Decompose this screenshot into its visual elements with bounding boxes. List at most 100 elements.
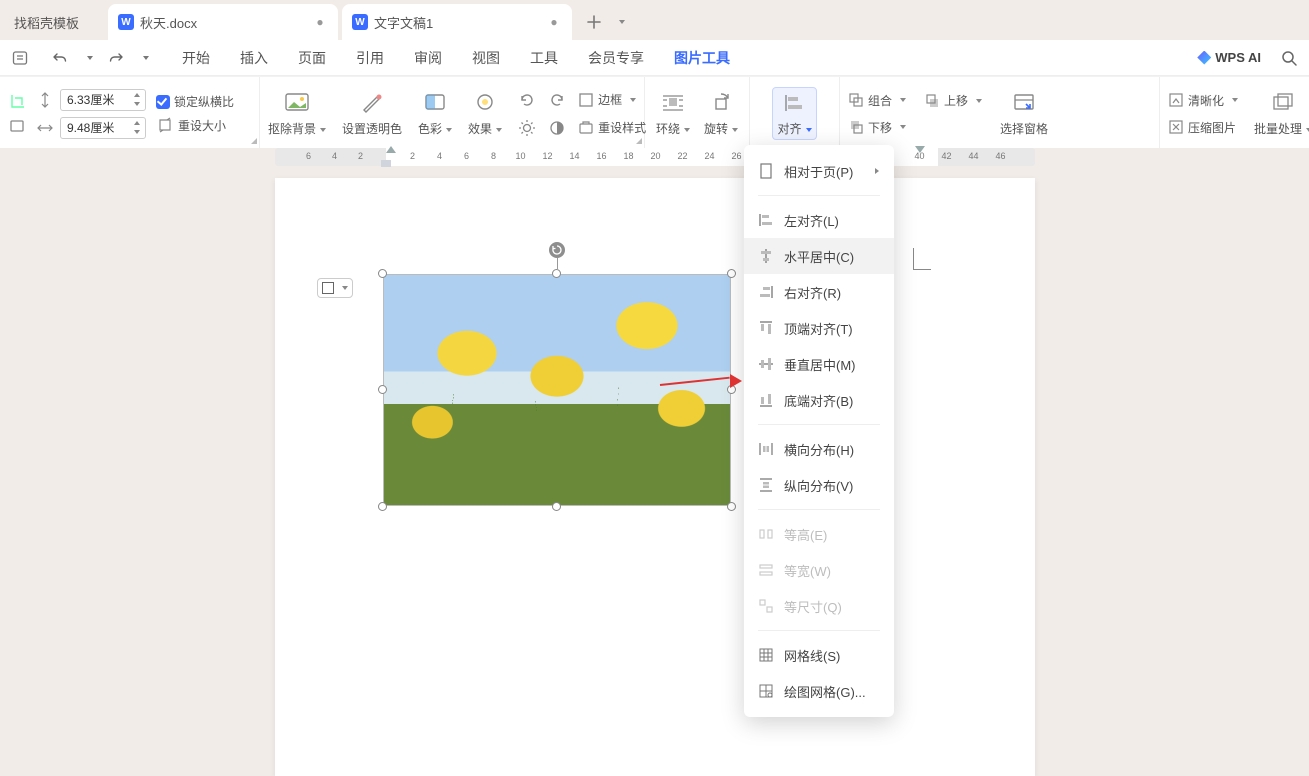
- ribbon-group-export: 清晰化 压缩图片 批量处理 图片转换: [1160, 77, 1309, 148]
- doc-tab-1[interactable]: W 秋天.docx ●: [108, 4, 338, 40]
- resize-handle-r[interactable]: [727, 385, 736, 394]
- left-indent-marker[interactable]: [381, 160, 391, 167]
- align-menu-vcenter[interactable]: 垂直居中(M): [744, 346, 894, 382]
- tab-member[interactable]: 会员专享: [586, 42, 646, 74]
- height-input[interactable]: 6.33厘米: [60, 89, 146, 111]
- align-menu-vdist[interactable]: 纵向分布(V): [744, 467, 894, 503]
- tab-tools[interactable]: 工具: [528, 42, 560, 74]
- wps-ai-button[interactable]: WPS AI: [1197, 50, 1261, 65]
- rotate-left-icon[interactable]: [518, 91, 536, 109]
- group-dialog-launcher[interactable]: [634, 136, 644, 146]
- tab-picture-tools[interactable]: 图片工具: [672, 42, 732, 74]
- tab-start[interactable]: 开始: [180, 42, 212, 74]
- move-up-button[interactable]: 上移: [924, 92, 982, 109]
- redo-button[interactable]: [104, 46, 128, 70]
- reset-style-button[interactable]: 重设样式: [578, 119, 646, 136]
- ribbon-group-align: 对齐: [750, 77, 840, 148]
- checkbox-checked-icon: [156, 95, 170, 109]
- resize-handle-b[interactable]: [552, 502, 561, 511]
- set-transparent-button[interactable]: 设置透明色: [342, 90, 402, 137]
- search-button[interactable]: [1277, 46, 1301, 70]
- resize-handle-tl[interactable]: [378, 269, 387, 278]
- wps-ai-icon: [1197, 51, 1211, 65]
- tab-overflow-button[interactable]: [612, 10, 628, 34]
- width-value: 9.48厘米: [67, 119, 114, 136]
- align-menu-right[interactable]: 右对齐(R): [744, 274, 894, 310]
- template-tab[interactable]: 找稻壳模板: [4, 4, 104, 40]
- page-icon: [758, 163, 774, 179]
- first-line-indent-marker[interactable]: [386, 146, 396, 153]
- align-menu-top[interactable]: 顶端对齐(T): [744, 310, 894, 346]
- width-input[interactable]: 9.48厘米: [60, 117, 146, 139]
- doc-tab-2[interactable]: W 文字文稿1 ●: [342, 4, 572, 40]
- crop-width-icon: [8, 117, 26, 135]
- template-tab-label: 找稻壳模板: [14, 13, 94, 32]
- selected-image[interactable]: [383, 274, 731, 506]
- rotate-right-icon[interactable]: [548, 91, 566, 109]
- align-menu-gridlines[interactable]: 网格线(S): [744, 637, 894, 673]
- ribbon: 6.33厘米 9.48厘米 锁定纵横比: [0, 76, 1309, 148]
- resize-handle-t[interactable]: [552, 269, 561, 278]
- eq-height-icon: [758, 526, 774, 542]
- effect-icon: [473, 90, 497, 116]
- tab-ref[interactable]: 引用: [354, 42, 386, 74]
- lock-ratio-checkbox[interactable]: 锁定纵横比: [156, 93, 234, 110]
- align-right-icon: [758, 284, 774, 300]
- resize-handle-bl[interactable]: [378, 502, 387, 511]
- align-menu-drawgrid[interactable]: 绘图网格(G)...: [744, 673, 894, 709]
- tab-insert[interactable]: 插入: [238, 42, 270, 74]
- reset-size-button[interactable]: 重设大小: [156, 116, 234, 134]
- horizontal-ruler[interactable]: 6 4 2 2 4 6 8 10 12 14 16 18 20 22 24 26…: [275, 148, 1035, 166]
- group-button[interactable]: 组合: [848, 92, 906, 109]
- align-menu-bottom[interactable]: 底端对齐(B): [744, 382, 894, 418]
- align-menu-left[interactable]: 左对齐(L): [744, 202, 894, 238]
- tab-view[interactable]: 视图: [470, 42, 502, 74]
- doc-tab-1-label: 秋天.docx: [140, 13, 306, 32]
- move-down-button[interactable]: 下移: [848, 119, 906, 136]
- ribbon-group-wrap: 环绕 旋转: [645, 77, 750, 148]
- contrast-icon[interactable]: [548, 119, 566, 137]
- app-menu-button[interactable]: [8, 46, 32, 70]
- undo-dropdown[interactable]: [76, 46, 100, 70]
- align-menu-relative[interactable]: 相对于页(P): [744, 153, 894, 189]
- document-page[interactable]: [275, 178, 1035, 776]
- batch-button[interactable]: 批量处理: [1254, 90, 1309, 137]
- close-icon[interactable]: ●: [312, 14, 328, 30]
- color-icon: [423, 90, 447, 116]
- align-menu-eqs: 等尺寸(Q): [744, 588, 894, 624]
- align-button[interactable]: 对齐: [772, 87, 816, 140]
- align-menu-hcenter[interactable]: 水平居中(C): [744, 238, 894, 274]
- resize-handle-l[interactable]: [378, 385, 387, 394]
- color-button[interactable]: 色彩: [418, 90, 452, 137]
- rotate-button[interactable]: 旋转: [704, 90, 738, 137]
- wrap-button[interactable]: 环绕: [656, 90, 690, 137]
- layout-options-button[interactable]: [317, 278, 353, 298]
- brightness-icon[interactable]: [518, 119, 536, 137]
- dist-v-icon: [758, 477, 774, 493]
- redo-dropdown[interactable]: [132, 46, 156, 70]
- word-doc-icon: W: [352, 14, 368, 30]
- tab-review[interactable]: 审阅: [412, 42, 444, 74]
- undo-button[interactable]: [48, 46, 72, 70]
- crop-height-icon: [8, 93, 26, 111]
- effect-button[interactable]: 效果: [468, 90, 502, 137]
- align-menu-hdist[interactable]: 横向分布(H): [744, 431, 894, 467]
- eq-width-icon: [758, 562, 774, 578]
- rotate-handle[interactable]: [549, 242, 565, 258]
- ribbon-group-arrange: 组合 下移 上移 选择窗格: [840, 77, 1160, 148]
- document-stage: [0, 168, 1309, 766]
- ribbon-group-adjust: 抠除背景 设置透明色 色彩 效果: [260, 77, 645, 148]
- new-tab-button[interactable]: [582, 10, 606, 34]
- compress-button[interactable]: 压缩图片: [1168, 119, 1238, 136]
- remove-bg-button[interactable]: 抠除背景: [268, 90, 326, 137]
- selection-pane-button[interactable]: 选择窗格: [1000, 90, 1048, 137]
- resize-handle-br[interactable]: [727, 502, 736, 511]
- close-icon[interactable]: ●: [546, 14, 562, 30]
- word-doc-icon: W: [118, 14, 134, 30]
- border-button[interactable]: 边框: [578, 91, 636, 108]
- height-value: 6.33厘米: [67, 91, 114, 108]
- group-dialog-launcher[interactable]: [249, 136, 259, 146]
- resize-handle-tr[interactable]: [727, 269, 736, 278]
- tab-page[interactable]: 页面: [296, 42, 328, 74]
- sharpen-button[interactable]: 清晰化: [1168, 92, 1238, 109]
